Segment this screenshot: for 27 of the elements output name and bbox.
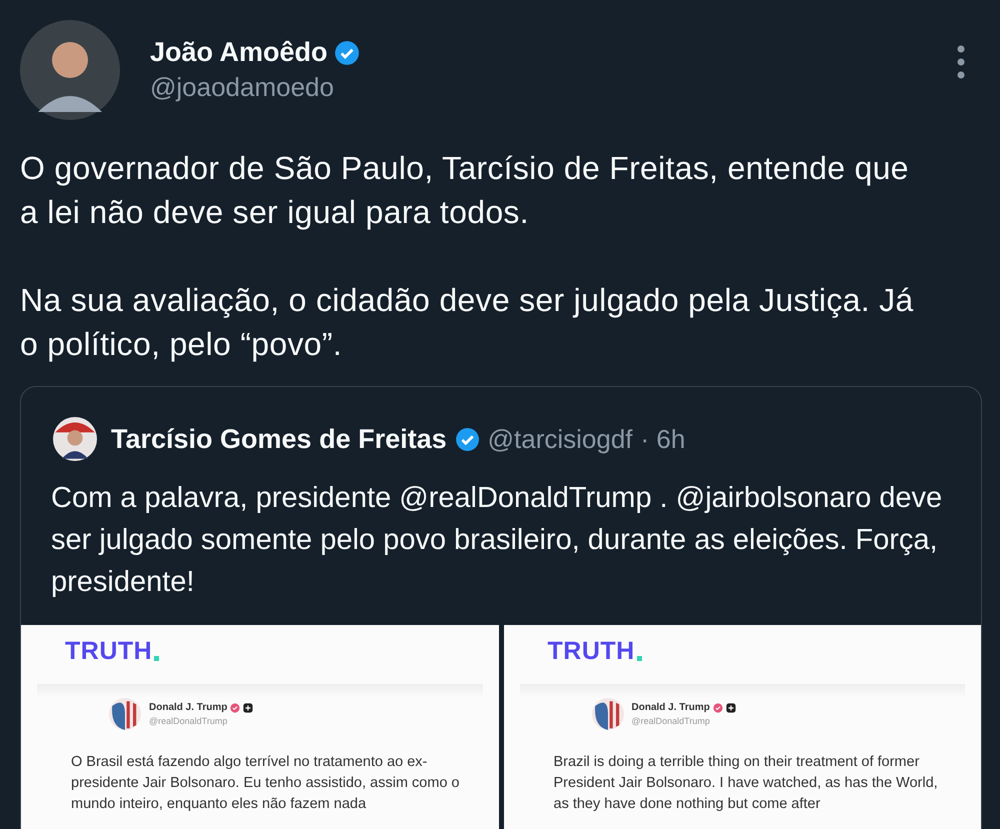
screenshot-image[interactable]: TRUTH Donald J. Trump @realDonaldTrump O Brasil está fazendo algo terrível no tratamento ao ex-presidente Jair Bolsonaro. Eu tenho assistido, assim como o mundo inteiro, enquanto eles não fazem nada xyxy=(21,625,498,829)
post-time: · 6h xyxy=(640,424,686,454)
post-text: O Brasil está fazendo algo terrível no tratamento ao ex-presidente Jair Bolsonaro. Eu tenho assistido, assim como o mundo inteiro, enquanto eles não fazem nada xyxy=(71,753,460,814)
avatar-icon xyxy=(592,698,624,730)
author-name: Donald J. Trump xyxy=(632,702,710,713)
plus-icon xyxy=(243,702,254,712)
post-text: Brazil is doing a terrible thing on their treatment of former President Jair Bolsonaro. I have watched, as has the World, as they have done nothing but come after xyxy=(554,753,939,814)
avatar-icon[interactable] xyxy=(53,417,97,461)
author-handle[interactable]: @joaodamoedo xyxy=(150,72,956,103)
avatar-icon xyxy=(109,698,141,730)
truth-logo: TRUTH xyxy=(65,637,152,666)
author-name[interactable]: João Amoêdo xyxy=(150,37,328,68)
author-name: Donald J. Trump xyxy=(149,702,228,713)
verified-badge-icon xyxy=(230,702,240,712)
author-handle: @realDonaldTrump xyxy=(149,716,228,726)
more-options-icon[interactable] xyxy=(956,44,966,80)
truth-logo: TRUTH xyxy=(548,637,635,666)
post-text: Na sua avaliação, o cidadão deve ser julgado pela Justiça. Já o político, pelo “povo”. xyxy=(20,281,915,364)
quoted-post-text: Com a palavra, presidente @realDonaldTrump . @jairbolsonaro deve ser julgado somente pelo povo brasileiro, durante as eleições. Força, presidente! xyxy=(51,481,944,600)
quoted-author-name[interactable]: Tarcísio Gomes de Freitas xyxy=(111,424,447,454)
verified-badge-icon xyxy=(712,702,723,712)
quoted-author-handle[interactable]: @tarcisiogdf xyxy=(488,424,633,454)
avatar-icon[interactable] xyxy=(20,20,120,120)
plus-icon xyxy=(726,702,736,712)
quoted-post[interactable] xyxy=(20,386,982,829)
author-handle: @realDonaldTrump xyxy=(632,716,711,726)
post-text: O governador de São Paulo, Tarcísio de Freitas, entende que a lei não deve ser igual para todos. xyxy=(20,149,910,232)
